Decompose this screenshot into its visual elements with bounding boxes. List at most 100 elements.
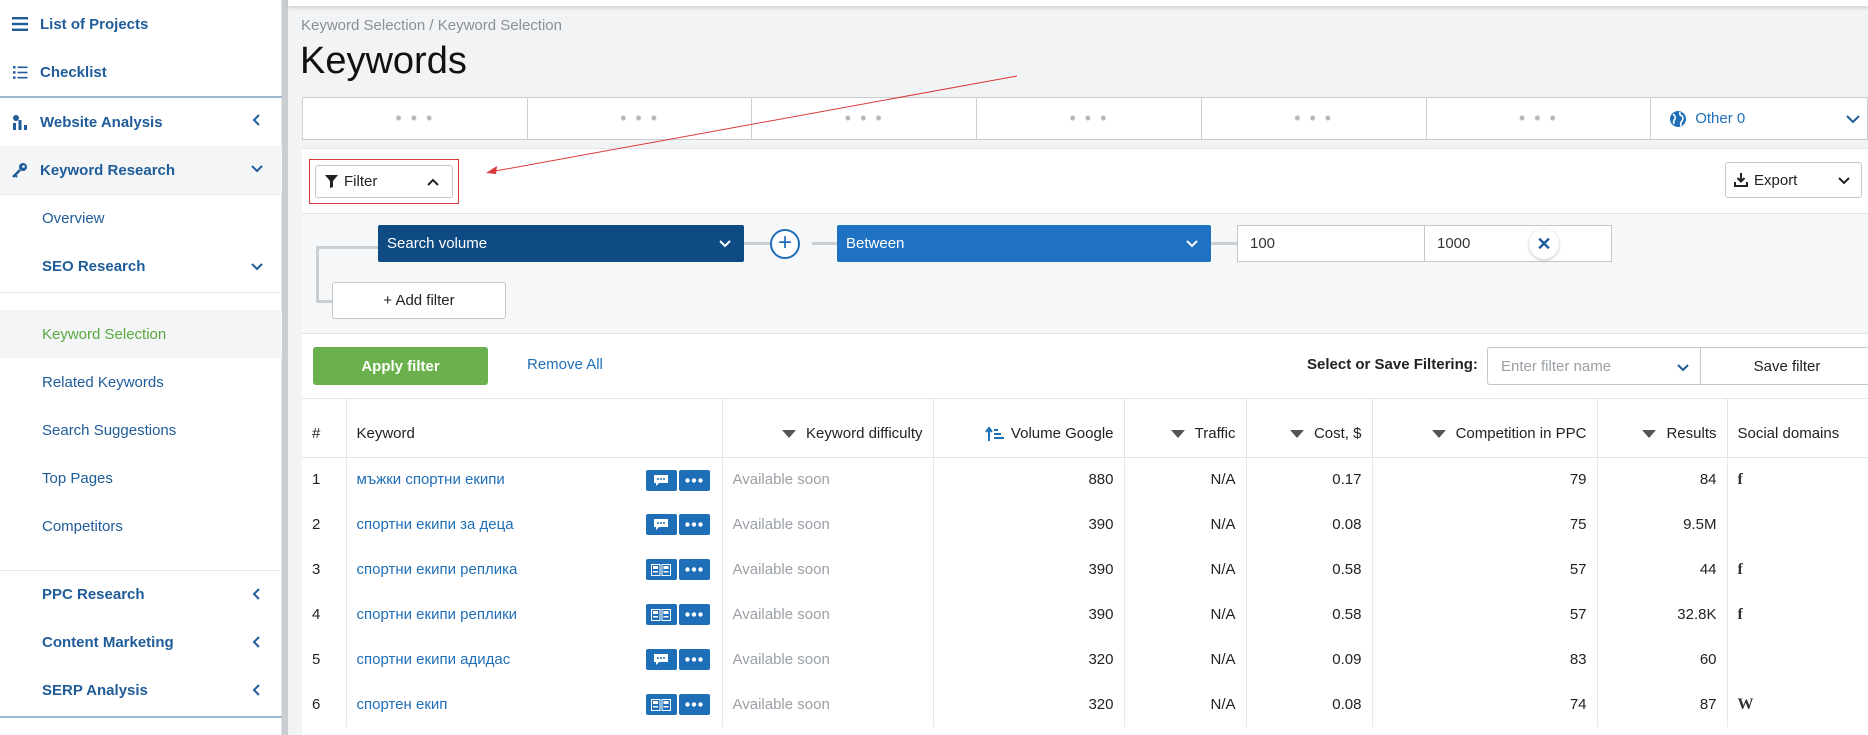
column-header[interactable]: Cost, $ — [1246, 399, 1373, 458]
keyword-link[interactable]: спортни екипи адидас — [357, 651, 511, 668]
keyword-link-cell[interactable]: спортни екипи за деца — [346, 502, 723, 547]
remove-all-link[interactable]: Remove All — [527, 356, 603, 373]
keyword-link[interactable]: мъжки спортни екипи — [357, 471, 505, 488]
results-value-cell: 84 — [1597, 457, 1728, 502]
save-filter-button[interactable]: Save filter — [1700, 347, 1868, 385]
competition-value: 75 — [1569, 516, 1587, 533]
sidebar-item-keyword-research[interactable]: Keyword Research — [0, 146, 282, 194]
export-button[interactable]: Export — [1725, 162, 1862, 198]
serp-compare-icon[interactable] — [645, 559, 677, 580]
remove-condition-button[interactable]: ✕ — [1529, 229, 1559, 259]
sidebar-item-competitors[interactable]: Competitors — [0, 502, 282, 550]
more-options-icon[interactable] — [678, 514, 710, 535]
column-header[interactable]: Traffic — [1124, 399, 1247, 458]
tab-loading[interactable]: • • • — [1427, 98, 1652, 139]
comment-icon[interactable] — [645, 649, 677, 670]
column-label: Keyword difficulty — [806, 425, 923, 443]
more-options-icon[interactable] — [678, 694, 710, 715]
tab-other[interactable]: Other 0 — [1651, 98, 1867, 139]
sidebar-item-label: Keyword Research — [40, 161, 176, 179]
row-number: 5 — [312, 651, 321, 668]
more-options-icon[interactable] — [678, 649, 710, 670]
filter-max-input[interactable] — [1424, 225, 1612, 262]
sort-icon — [1170, 430, 1185, 439]
column-label: Competition in PPC — [1455, 425, 1587, 443]
column-header[interactable]: Keyword — [346, 399, 723, 458]
column-label: Traffic — [1194, 425, 1236, 443]
filter-name-input[interactable]: Enter filter name — [1487, 347, 1701, 385]
cost-value: 0.17 — [1332, 471, 1362, 489]
keyword-actions — [645, 694, 710, 715]
more-options-icon[interactable] — [678, 469, 710, 491]
results-value: 44 — [1699, 561, 1717, 578]
tab-loading[interactable]: • • • — [752, 98, 978, 139]
select-value: Between — [846, 235, 905, 252]
more-options-icon[interactable] — [678, 559, 710, 580]
sidebar-item-list-of-projects[interactable]: List of Projects — [0, 0, 282, 48]
sidebar-item-ppc-research[interactable]: PPC Research — [0, 570, 282, 618]
tab-loading[interactable]: • • • — [528, 98, 753, 139]
volume-value: 880 — [1088, 471, 1114, 489]
sidebar-item-label: SEO Research — [42, 257, 146, 275]
cost-value: 0.08 — [1332, 696, 1362, 713]
filter-toggle-button[interactable]: Filter — [315, 165, 453, 198]
more-options-icon[interactable] — [678, 604, 710, 625]
column-header[interactable]: Keyword difficulty — [722, 399, 934, 458]
keyword-link-cell[interactable]: спортни екипи реплики — [346, 592, 723, 637]
filter-field-select[interactable]: Search volume — [378, 225, 744, 262]
sidebar-item-label: Website Analysis — [40, 113, 163, 131]
filter-min-input[interactable] — [1237, 225, 1425, 262]
filter-icon — [325, 175, 338, 188]
keyword-link[interactable]: спортни екипи реплики — [357, 606, 518, 623]
tab-loading[interactable]: • • • — [1202, 98, 1427, 139]
divider — [0, 292, 282, 293]
tab-loading[interactable]: • • • — [977, 98, 1202, 139]
sidebar-item-related-keywords[interactable]: Related Keywords — [0, 358, 282, 406]
keyword-link-cell[interactable]: спортни екипи адидас — [346, 637, 723, 682]
sidebar-item-search-suggestions[interactable]: Search Suggestions — [0, 406, 282, 454]
table-row: 4 спортни екипи реплики Available soon 390 N… — [302, 592, 1868, 637]
sidebar-item-website-analysis[interactable]: Website Analysis — [0, 98, 282, 146]
social-domains-cell — [1727, 502, 1868, 547]
add-condition-button[interactable]: + — [770, 229, 800, 259]
keyword-link-cell[interactable]: спортен екип — [346, 682, 723, 727]
serp-compare-icon[interactable] — [645, 694, 677, 715]
annotation-highlight-box: Filter — [309, 159, 459, 204]
column-header[interactable]: Results — [1597, 399, 1728, 458]
column-header[interactable]: Volume Google — [933, 399, 1125, 458]
sidebar-item-content-marketing[interactable]: Content Marketing — [0, 618, 282, 666]
competition-value: 57 — [1569, 561, 1587, 578]
comment-icon[interactable] — [645, 514, 677, 535]
cost-value: 0.58 — [1332, 606, 1362, 623]
social-domains: f — [1737, 605, 1743, 623]
comment-icon[interactable] — [645, 469, 677, 491]
add-filter-button[interactable]: + Add filter — [332, 282, 506, 319]
sidebar-item-seo-research[interactable]: SEO Research — [0, 242, 282, 290]
apply-filter-button[interactable]: Apply filter — [313, 347, 488, 385]
keyword-link-cell[interactable]: спортни екипи реплика — [346, 547, 723, 592]
keyword-link-cell[interactable]: мъжки спортни екипи — [346, 457, 723, 502]
keyword-actions — [645, 604, 710, 625]
serp-compare-icon[interactable] — [645, 604, 677, 625]
traffic-value: N/A — [1210, 516, 1236, 533]
keyword-difficulty-cell: Available soon — [722, 682, 934, 727]
sidebar-item-keyword-selection[interactable]: Keyword Selection — [0, 310, 282, 358]
column-header: Social domains — [1727, 399, 1868, 458]
sidebar-item-top-pages[interactable]: Top Pages — [0, 454, 282, 502]
sidebar-item-label: Search Suggestions — [42, 421, 177, 439]
keyword-link[interactable]: спортни екипи реплика — [357, 561, 518, 578]
key-icon — [0, 162, 40, 178]
tab-loading[interactable]: • • • — [303, 98, 528, 139]
row-number-cell: 1 — [302, 457, 347, 502]
keyword-difficulty-cell: Available soon — [722, 547, 934, 592]
filter-operator-select[interactable]: Between — [837, 225, 1211, 262]
column-header[interactable]: Competition in PPC — [1372, 399, 1598, 458]
keyword-difficulty: Available soon — [732, 696, 830, 713]
sidebar-item-checklist[interactable]: Checklist — [0, 48, 282, 96]
keyword-link[interactable]: спортни екипи за деца — [357, 516, 514, 533]
keyword-link[interactable]: спортен екип — [357, 696, 448, 713]
breadcrumb[interactable]: Keyword Selection / Keyword Selection — [301, 17, 562, 34]
sidebar-item-serp-analysis[interactable]: SERP Analysis — [0, 666, 282, 714]
sidebar-item-overview[interactable]: Overview — [0, 194, 282, 242]
results-value: 87 — [1699, 696, 1717, 713]
